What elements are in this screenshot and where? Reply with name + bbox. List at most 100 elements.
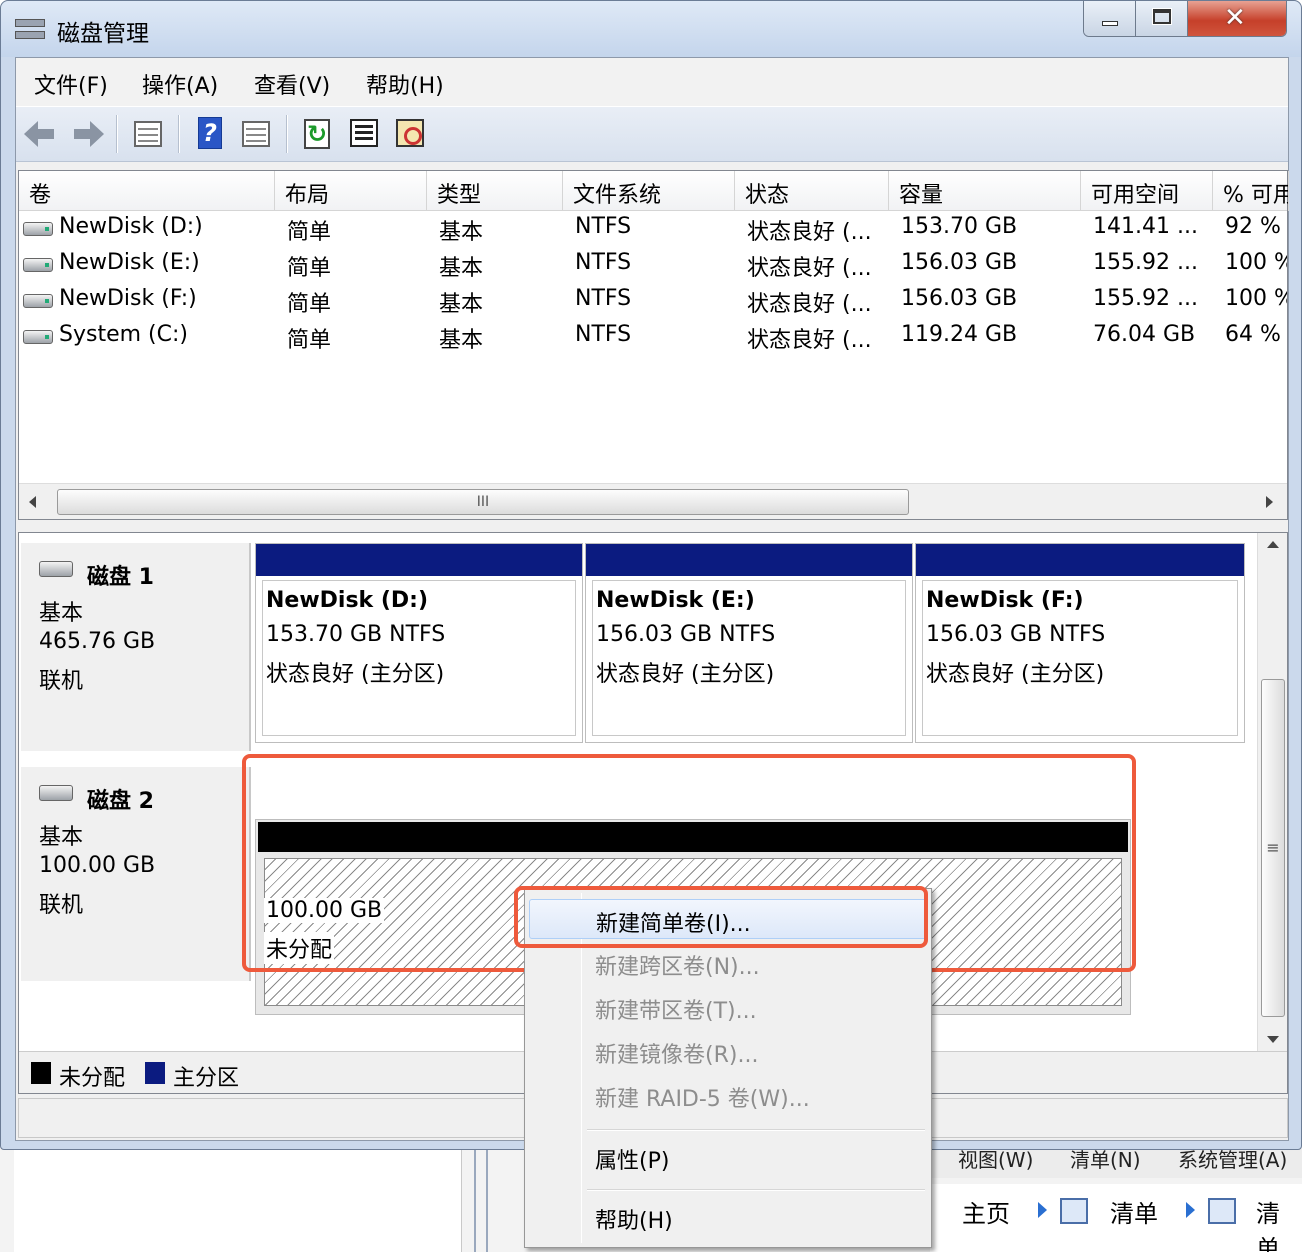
disk-size: 100.00 GB	[39, 853, 156, 878]
help-button[interactable]: ?	[194, 117, 226, 151]
properties-button[interactable]	[348, 117, 380, 151]
close-button[interactable]: ✕	[1188, 1, 1286, 36]
partition-status: 状态良好 (主分区)	[266, 662, 445, 687]
legend-primary-partition: 主分区	[173, 1066, 240, 1091]
menu-help[interactable]: 帮助(H)	[366, 68, 444, 100]
volume-capacity: 156.03 GB	[901, 286, 1018, 311]
volume-layout: 简单	[287, 328, 332, 353]
volume-list: 卷 布局 类型 文件系统 状态 容量 可用空间 % 可用 NewDisk (D:…	[18, 170, 1289, 520]
volume-name: System (C:)	[59, 322, 188, 347]
volume-status: 状态良好 (...	[747, 256, 872, 281]
unallocated-swatch	[31, 1062, 51, 1084]
drive-icon	[23, 294, 53, 308]
partition-size-fs: 153.70 GB NTFS	[266, 622, 446, 647]
maximize-button[interactable]	[1136, 1, 1188, 36]
window-controls: ✕	[1083, 1, 1287, 37]
disk-name: 磁盘 2	[87, 789, 154, 814]
background-nav-row: 主页 清单 清单	[930, 1184, 1302, 1252]
refresh-button[interactable]: ↻	[302, 117, 334, 151]
volume-filesystem: NTFS	[575, 286, 632, 311]
column-header-status[interactable]: 状态	[735, 171, 889, 211]
partition-e[interactable]: NewDisk (E:) 156.03 GB NTFS 状态良好 (主分区)	[585, 543, 913, 743]
horizontal-scrollbar[interactable]: III	[19, 483, 1287, 519]
divider	[474, 1140, 476, 1252]
disk-management-icon	[15, 17, 45, 43]
menu-action[interactable]: 操作(A)	[142, 68, 218, 100]
volume-filesystem: NTFS	[575, 214, 632, 239]
show-hide-button[interactable]	[240, 117, 272, 151]
close-icon: ✕	[1224, 3, 1246, 33]
show-hide-icon	[242, 121, 270, 147]
scroll-up-icon[interactable]	[1267, 541, 1279, 548]
minimize-icon	[1102, 21, 1118, 26]
partition-d[interactable]: NewDisk (D:) 153.70 GB NTFS 状态良好 (主分区)	[255, 543, 583, 743]
bg-nav-list-2[interactable]: 清单	[1256, 1194, 1302, 1252]
partition-size-fs: 156.03 GB NTFS	[596, 622, 776, 647]
table-row[interactable]: NewDisk (F:) 简单 基本 NTFS 状态良好 (... 156.03…	[19, 283, 1287, 319]
column-header-type[interactable]: 类型	[427, 171, 563, 211]
table-row[interactable]: NewDisk (E:) 简单 基本 NTFS 状态良好 (... 156.03…	[19, 247, 1287, 283]
menu-view[interactable]: 查看(V)	[254, 68, 330, 100]
back-button[interactable]	[24, 117, 56, 151]
drive-icon	[23, 258, 53, 272]
console-tree-button[interactable]	[132, 117, 164, 151]
title-bar[interactable]: 磁盘管理 ✕	[1, 1, 1301, 57]
drive-icon	[23, 222, 53, 236]
list-icon	[1060, 1198, 1088, 1224]
forward-button[interactable]	[72, 117, 104, 151]
menu-item-new-striped-volume: 新建带区卷(T)...	[529, 987, 927, 1027]
column-header-capacity[interactable]: 容量	[889, 171, 1081, 211]
vertical-scrollbar[interactable]: ≡	[1257, 533, 1287, 1051]
console-tree-icon	[134, 121, 162, 147]
menu-item-label: 帮助(H)	[595, 1209, 673, 1234]
properties-icon	[350, 119, 378, 147]
column-header-percent-free[interactable]: % 可用	[1213, 171, 1289, 211]
scrollbar-thumb[interactable]: ≡	[1261, 679, 1285, 1017]
table-row[interactable]: NewDisk (D:) 简单 基本 NTFS 状态良好 (... 153.70…	[19, 211, 1287, 247]
menu-item-label: 新建跨区卷(N)...	[595, 955, 760, 980]
menu-separator	[587, 1189, 925, 1191]
partition-status: 状态良好 (主分区)	[596, 662, 775, 687]
scroll-down-icon[interactable]	[1267, 1036, 1279, 1043]
back-arrow-icon	[24, 121, 54, 147]
refresh-icon: ↻	[304, 119, 330, 149]
divider	[486, 1140, 488, 1252]
menu-item-new-spanned-volume: 新建跨区卷(N)...	[529, 943, 927, 983]
column-header-layout[interactable]: 布局	[275, 171, 427, 211]
disk-2-label[interactable]: 磁盘 2 基本 100.00 GB 联机	[21, 767, 251, 981]
primary-partition-swatch	[145, 1062, 165, 1084]
scrollbar-thumb[interactable]: III	[57, 489, 909, 515]
volume-free-space: 141.41 ...	[1093, 214, 1198, 239]
partition-title: NewDisk (E:)	[596, 588, 755, 613]
menu-item-new-mirrored-volume: 新建镜像卷(R)...	[529, 1031, 927, 1071]
disk-icon	[39, 785, 73, 801]
partition-f[interactable]: NewDisk (F:) 156.03 GB NTFS 状态良好 (主分区)	[915, 543, 1245, 743]
scroll-left-icon[interactable]	[29, 496, 36, 508]
toolbar-separator	[116, 115, 118, 153]
rescan-button[interactable]	[394, 117, 426, 151]
forward-arrow-icon	[74, 121, 104, 147]
legend-unallocated: 未分配	[59, 1066, 126, 1091]
volume-layout: 简单	[287, 256, 332, 281]
volume-type: 基本	[439, 256, 484, 281]
column-header-free-space[interactable]: 可用空间	[1081, 171, 1213, 211]
disk-state: 联机	[39, 669, 84, 694]
column-header-filesystem[interactable]: 文件系统	[563, 171, 735, 211]
disk-state: 联机	[39, 893, 84, 918]
volume-capacity: 156.03 GB	[901, 250, 1018, 275]
triangle-right-icon	[1186, 1202, 1195, 1218]
bg-nav-home[interactable]: 主页	[962, 1194, 1010, 1229]
menu-item-properties[interactable]: 属性(P)	[529, 1137, 927, 1177]
table-row[interactable]: System (C:) 简单 基本 NTFS 状态良好 (... 119.24 …	[19, 319, 1287, 355]
disk-name: 磁盘 1	[87, 565, 154, 590]
scroll-right-icon[interactable]	[1266, 496, 1273, 508]
list-icon	[1208, 1198, 1236, 1224]
minimize-button[interactable]	[1084, 1, 1136, 36]
disk-1-label[interactable]: 磁盘 1 基本 465.76 GB 联机	[21, 543, 251, 751]
menu-item-help[interactable]: 帮助(H)	[529, 1197, 927, 1237]
bg-nav-list-1[interactable]: 清单	[1110, 1194, 1158, 1229]
menu-file[interactable]: 文件(F)	[34, 68, 108, 100]
volume-capacity: 119.24 GB	[901, 322, 1018, 347]
volume-free-space: 76.04 GB	[1093, 322, 1196, 347]
column-header-volume[interactable]: 卷	[19, 171, 275, 211]
